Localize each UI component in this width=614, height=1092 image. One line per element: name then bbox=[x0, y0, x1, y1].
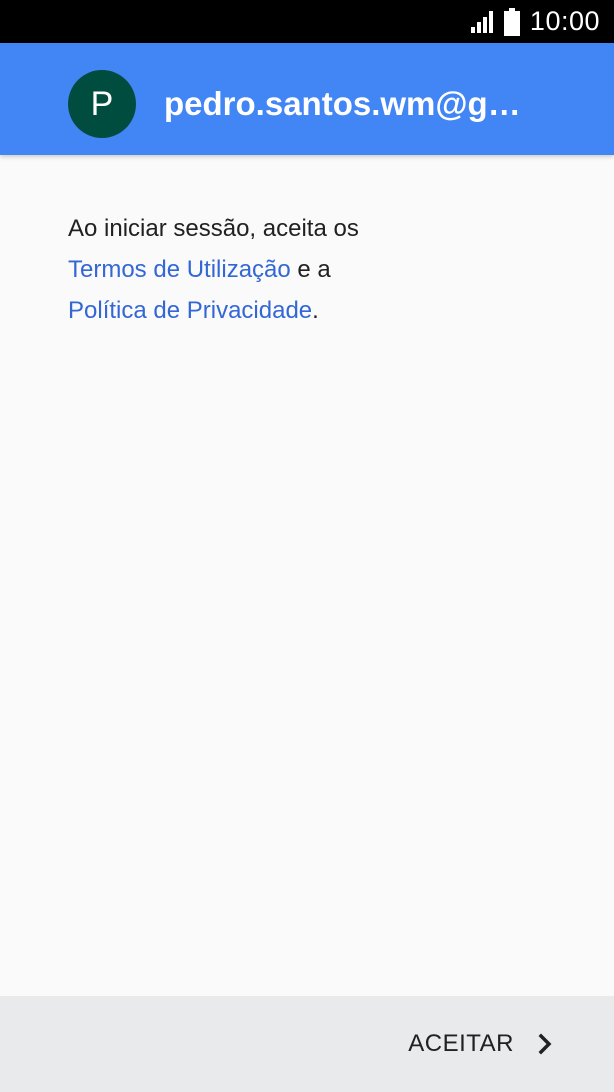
bottom-bar: ACEITAR bbox=[0, 996, 614, 1092]
terms-of-use-link[interactable]: Termos de Utilização bbox=[68, 256, 291, 283]
battery-icon bbox=[503, 7, 520, 36]
accept-button[interactable]: ACEITAR bbox=[408, 1024, 552, 1064]
terms-text: Ao iniciar sessão, aceita os Termos de U… bbox=[68, 208, 548, 331]
privacy-policy-link[interactable]: Política de Privacidade bbox=[68, 297, 312, 324]
terms-intro: Ao iniciar sessão, aceita os bbox=[68, 215, 359, 242]
avatar: P bbox=[68, 70, 136, 138]
chevron-right-icon bbox=[538, 1033, 552, 1055]
terms-end: . bbox=[312, 297, 319, 324]
account-header: P pedro.santos.wm@gmail.com bbox=[0, 43, 614, 155]
account-email: pedro.santos.wm@gmail.com bbox=[164, 85, 544, 122]
terms-connector: e a bbox=[290, 256, 331, 283]
status-icons: 10:00 bbox=[470, 0, 600, 43]
signal-icon bbox=[470, 10, 494, 33]
status-time: 10:00 bbox=[529, 6, 600, 36]
accept-label: ACEITAR bbox=[408, 1030, 514, 1057]
status-bar: 10:00 bbox=[0, 0, 614, 43]
